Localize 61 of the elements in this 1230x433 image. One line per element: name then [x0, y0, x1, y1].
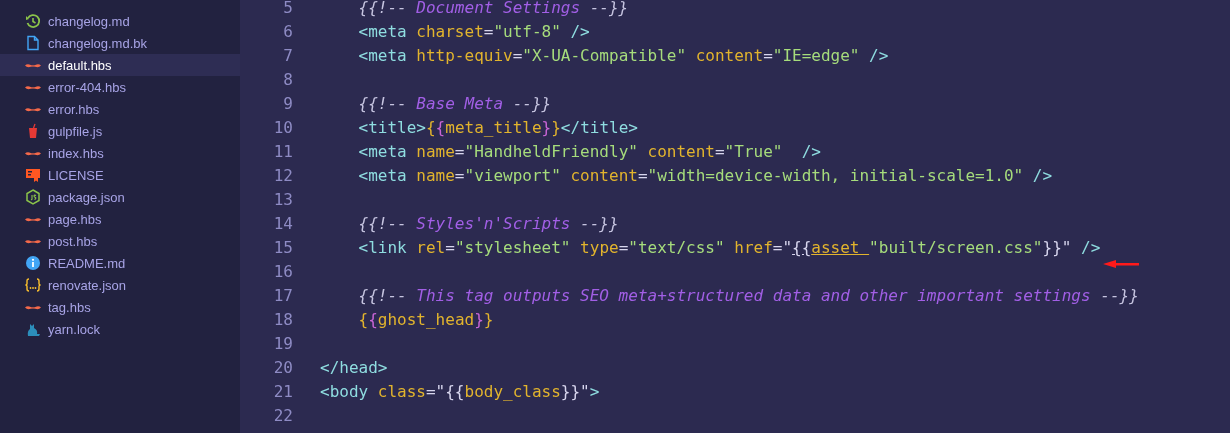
file-tree-item[interactable]: yarn.lock: [0, 318, 240, 340]
cat-icon: [25, 321, 41, 337]
line-number: 13: [272, 189, 293, 209]
code-line: <title>{{meta_title}}</title>: [357, 117, 638, 137]
mustache-icon: [25, 62, 41, 68]
file-tree-item[interactable]: changelog.md: [0, 10, 240, 32]
mustache-icon: [25, 84, 41, 90]
code-line: <meta charset="utf-8" />: [357, 21, 590, 41]
file-tree-item[interactable]: page.hbs: [0, 208, 240, 230]
mustache-icon: [25, 304, 41, 310]
file-tree-item[interactable]: renovate.json: [0, 274, 240, 296]
file-tree-item[interactable]: default.hbs: [0, 54, 240, 76]
line-number: 10: [272, 117, 293, 137]
mustache-icon: [25, 106, 41, 112]
code-line: {{ghost_head}}: [357, 309, 494, 329]
code-line: </head>: [320, 357, 388, 377]
code-line: <meta name="HandheldFriendly" content="True" />: [357, 141, 821, 161]
line-number: 16: [272, 261, 293, 281]
file-tree-item[interactable]: package.json: [0, 186, 240, 208]
line-number: 5: [282, 0, 293, 17]
line-number: 21: [272, 381, 293, 401]
line-number: 22: [272, 405, 293, 425]
mustache-icon: [25, 238, 41, 244]
file-tree-item[interactable]: error.hbs: [0, 98, 240, 120]
line-number: 18: [272, 309, 293, 329]
info-icon: [25, 255, 41, 271]
file-tree-item[interactable]: README.md: [0, 252, 240, 274]
line-number: 17: [272, 285, 293, 305]
line-number: 12: [272, 165, 293, 185]
line-number: 11: [272, 141, 293, 161]
line-number: 20: [272, 357, 293, 377]
certificate-icon: [25, 167, 41, 183]
code-line: {{!-- Base Meta --}}: [357, 93, 552, 113]
mustache-icon: [25, 150, 41, 156]
pointer-arrow: [1103, 259, 1139, 269]
file-tree-item[interactable]: LICENSE: [0, 164, 240, 186]
code-line: <meta name="viewport" content="width=device-width, initial-scale=1.0" />: [357, 165, 1053, 185]
file-tree-item[interactable]: tag.hbs: [0, 296, 240, 318]
file-tree-item[interactable]: gulpfile.js: [0, 120, 240, 142]
file-tree-item[interactable]: index.hbs: [0, 142, 240, 164]
code-line: <link rel="stylesheet" type="text/css" href="{{asset "built/screen.css"}}" />: [357, 237, 1101, 257]
line-number: 15: [272, 237, 293, 257]
code-line: {{!-- Styles'n'Scripts --}}: [357, 213, 619, 233]
line-number: 6: [282, 21, 293, 41]
hexagon-icon: [25, 189, 41, 205]
file-tree-item[interactable]: post.hbs: [0, 230, 240, 252]
file-tree-item[interactable]: changelog.md.bk: [0, 32, 240, 54]
file-tree-item[interactable]: error-404.hbs: [0, 76, 240, 98]
line-number: 9: [282, 93, 293, 113]
clock-icon: [25, 13, 41, 29]
line-number: 19: [272, 333, 293, 353]
code-line: {{!-- This tag outputs SEO meta+structured data and other important settings --}}: [357, 285, 1139, 305]
code-line: <body class="{{body_class}}">: [320, 381, 600, 401]
file-icon: [25, 35, 41, 51]
braces-icon: [25, 277, 41, 293]
code-line: <meta http-equiv="X-UA-Compatible" content="IE=edge" />: [357, 45, 889, 65]
line-number: 14: [272, 213, 293, 233]
line-number: 8: [282, 69, 293, 89]
mustache-icon: [25, 216, 41, 222]
code-line: {{!-- Document Settings --}}: [357, 0, 629, 17]
line-number: 7: [282, 45, 293, 65]
